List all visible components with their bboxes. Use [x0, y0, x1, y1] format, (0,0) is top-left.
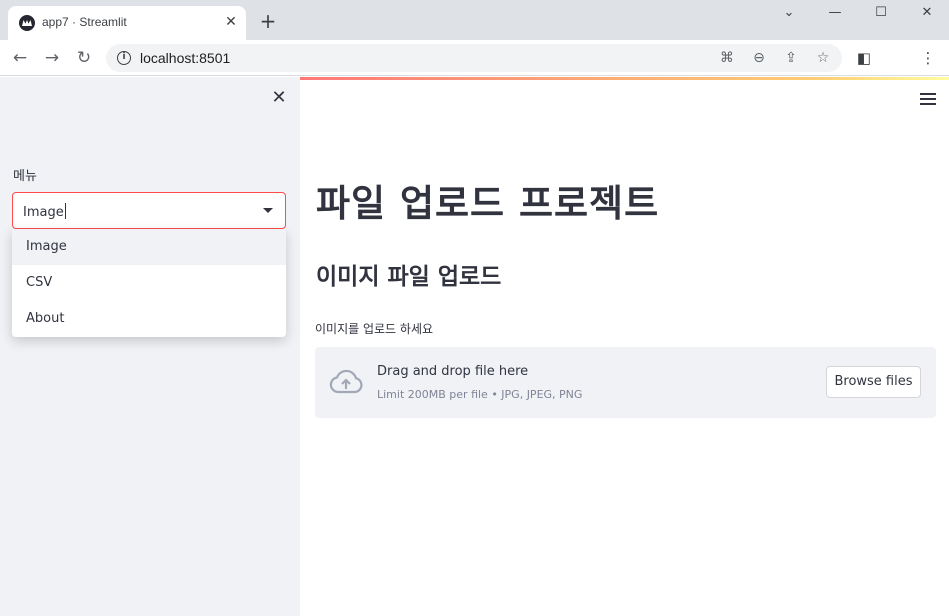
- file-dropzone[interactable]: Drag and drop file here Limit 200MB per …: [315, 347, 936, 418]
- browse-files-button[interactable]: Browse files: [826, 366, 921, 398]
- chevron-down-icon[interactable]: [263, 208, 273, 213]
- url-text: localhost:8501: [140, 50, 231, 66]
- new-tab-icon[interactable]: +: [258, 11, 278, 31]
- streamlit-favicon-icon: [19, 15, 35, 31]
- browser-toolbar: ← → ↻ i localhost:8501 ⌘ ⊖ ⇪ ☆ ◧ ⋮: [0, 40, 949, 76]
- dropzone-title: Drag and drop file here: [377, 364, 529, 379]
- file-uploader-label: 이미지를 업로드 하세요: [315, 322, 434, 336]
- back-icon[interactable]: ←: [10, 48, 30, 68]
- main-content: 파일 업로드 프로젝트 이미지 파일 업로드 이미지를 업로드 하세요 Drag…: [300, 77, 949, 616]
- tab-close-icon[interactable]: ✕: [222, 13, 240, 31]
- translate-icon[interactable]: ⌘: [718, 49, 736, 67]
- site-info-icon[interactable]: i: [117, 51, 131, 65]
- menu-option-csv[interactable]: CSV: [12, 265, 286, 301]
- minimize-icon[interactable]: —: [820, 4, 850, 22]
- side-panel-icon[interactable]: ◧: [854, 48, 874, 68]
- maximize-icon[interactable]: ☐: [866, 4, 896, 22]
- menu-select-value[interactable]: Image: [23, 203, 66, 220]
- browser-tabstrip: app7 · Streamlit ✕ + ⌄ — ☐ ✕: [0, 0, 949, 40]
- browser-tab[interactable]: app7 · Streamlit ✕: [8, 6, 246, 40]
- window-close-icon[interactable]: ✕: [912, 4, 942, 22]
- menu-option-image[interactable]: Image: [12, 229, 286, 265]
- sidebar-close-icon[interactable]: ✕: [270, 89, 288, 107]
- page-subheader: 이미지 파일 업로드: [316, 264, 502, 290]
- page-title: 파일 업로드 프로젝트: [316, 182, 660, 225]
- menu-select-label: 메뉴: [13, 169, 37, 184]
- tab-search-icon[interactable]: ⌄: [774, 4, 804, 22]
- sidebar: ✕ 메뉴 Image Image CSV About: [0, 77, 300, 616]
- zoom-icon[interactable]: ⊖: [750, 49, 768, 67]
- address-bar[interactable]: i localhost:8501 ⌘ ⊖ ⇪ ☆: [106, 44, 842, 72]
- bookmark-star-icon[interactable]: ☆: [814, 49, 832, 67]
- share-icon[interactable]: ⇪: [782, 49, 800, 67]
- menu-dropdown-list: Image CSV About: [12, 229, 286, 337]
- browser-menu-icon[interactable]: ⋮: [918, 48, 938, 68]
- hamburger-menu-icon[interactable]: [920, 93, 936, 105]
- dropzone-limit: Limit 200MB per file • JPG, JPEG, PNG: [377, 388, 583, 401]
- cloud-upload-icon: [329, 369, 363, 394]
- forward-icon[interactable]: →: [42, 48, 62, 68]
- menu-option-about[interactable]: About: [12, 301, 286, 337]
- menu-select[interactable]: Image: [12, 192, 286, 229]
- reload-icon[interactable]: ↻: [74, 48, 94, 68]
- tab-title: app7 · Streamlit: [42, 15, 127, 29]
- app-decoration-bar: [300, 77, 949, 80]
